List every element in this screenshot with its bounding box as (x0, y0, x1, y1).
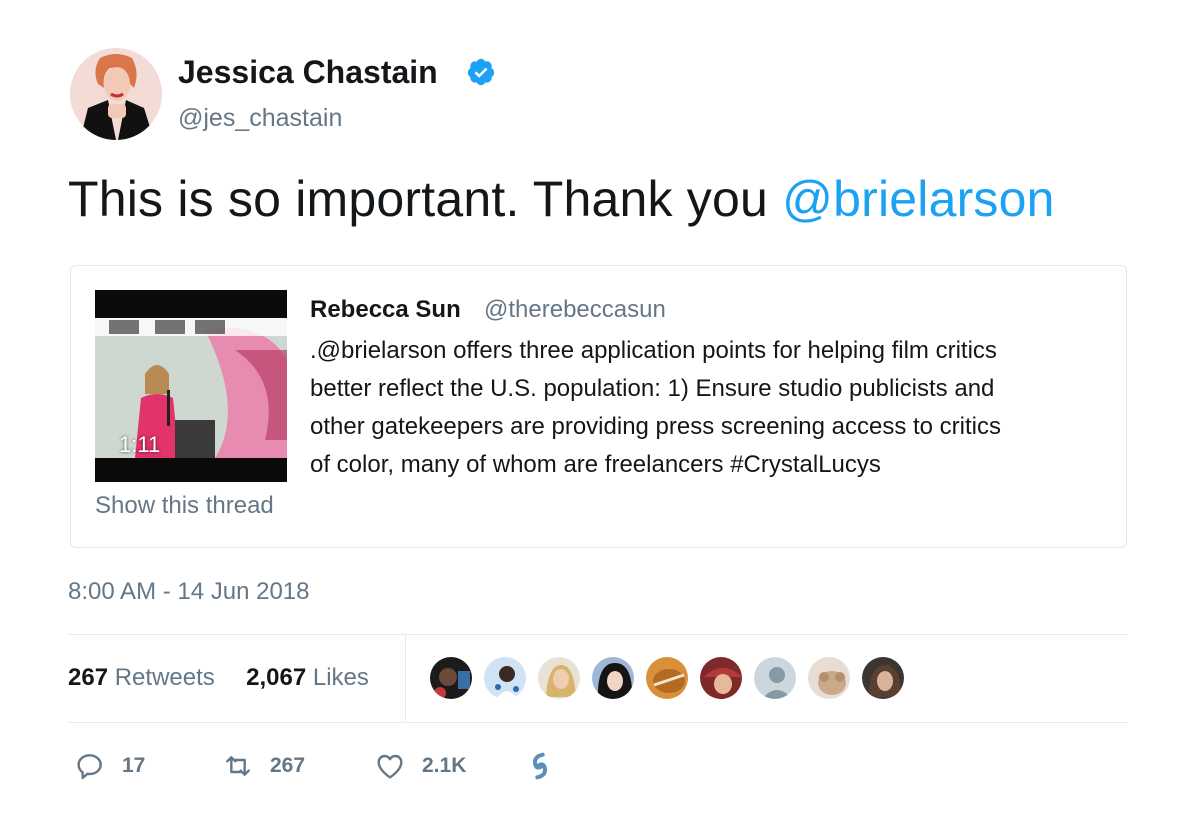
retweets-label[interactable]: Retweets (115, 664, 215, 691)
retweets-count[interactable]: 267 (68, 664, 108, 691)
retweet-button[interactable]: 267 (222, 748, 305, 784)
liker-photo-icon (646, 657, 688, 699)
tweet-text: This is so important. Thank you @brielar… (68, 170, 1055, 228)
liker-avatar[interactable] (536, 655, 582, 701)
tweet-timestamp[interactable]: 8:00 AM - 14 Jun 2018 (68, 578, 310, 606)
liker-avatar[interactable] (644, 655, 690, 701)
retweet-icon (226, 756, 250, 776)
retweet-count: 267 (270, 754, 306, 777)
avatar-photo-icon (70, 48, 162, 140)
video-duration: 1:11 (119, 432, 161, 457)
divider-top (68, 634, 1128, 635)
stats-divider (405, 634, 406, 722)
quoted-text-line: .@brielarson offers three application po… (310, 337, 997, 364)
default-avatar-icon (754, 657, 796, 699)
quoted-text-line: better reflect the U.S. population: 1) E… (310, 375, 995, 402)
liker-avatar[interactable] (698, 655, 744, 701)
author-name[interactable]: Jessica Chastain (178, 54, 438, 91)
quoted-author-name[interactable]: Rebecca Sun (310, 296, 461, 324)
share-button[interactable] (524, 748, 556, 784)
like-button[interactable]: 2.1K (374, 748, 466, 784)
liker-avatar[interactable] (482, 655, 528, 701)
share-extension-icon (533, 752, 547, 780)
author-avatar[interactable] (70, 48, 162, 140)
like-count: 2.1K (422, 754, 467, 777)
liker-photo-icon (538, 657, 580, 699)
likes-count[interactable]: 2,067 (246, 664, 306, 691)
quoted-text-line: other gatekeepers are providing press sc… (310, 413, 1002, 440)
liker-photo-icon (862, 657, 904, 699)
liker-avatar[interactable] (860, 655, 906, 701)
liker-photo-icon (430, 657, 472, 699)
verified-badge-icon (467, 58, 495, 86)
reply-icon (77, 754, 102, 780)
tweet-text-body: This is so important. Thank you (68, 171, 783, 227)
show-thread-link[interactable]: Show this thread (95, 492, 274, 520)
liker-photo-icon (592, 657, 634, 699)
reply-button[interactable]: 17 (74, 748, 145, 784)
liker-avatar[interactable] (806, 655, 852, 701)
quoted-tweet-text: .@brielarson offers three application po… (310, 332, 1100, 484)
liker-photo-icon (484, 657, 526, 699)
liker-avatar[interactable] (752, 655, 798, 701)
engagement-stats: 267 Retweets 2,067 Likes (68, 664, 369, 692)
quoted-author-handle[interactable]: @therebeccasun (484, 296, 666, 324)
divider-bottom (68, 722, 1128, 723)
heart-icon (377, 754, 403, 779)
liker-photo-icon (700, 657, 742, 699)
quoted-tweet-card[interactable]: 1:11 Rebecca Sun @therebeccasun .@briela… (70, 265, 1127, 548)
liker-avatar[interactable] (590, 655, 636, 701)
likes-label[interactable]: Likes (313, 664, 369, 691)
quoted-video-thumbnail[interactable]: 1:11 (95, 290, 287, 482)
liker-photo-icon (808, 657, 850, 699)
author-handle[interactable]: @jes_chastain (178, 104, 342, 133)
reply-count: 17 (122, 754, 146, 777)
mention-link[interactable]: @brielarson (782, 171, 1055, 227)
liker-avatar[interactable] (428, 655, 474, 701)
quoted-text-line: of color, many of whom are freelancers #… (310, 451, 881, 478)
